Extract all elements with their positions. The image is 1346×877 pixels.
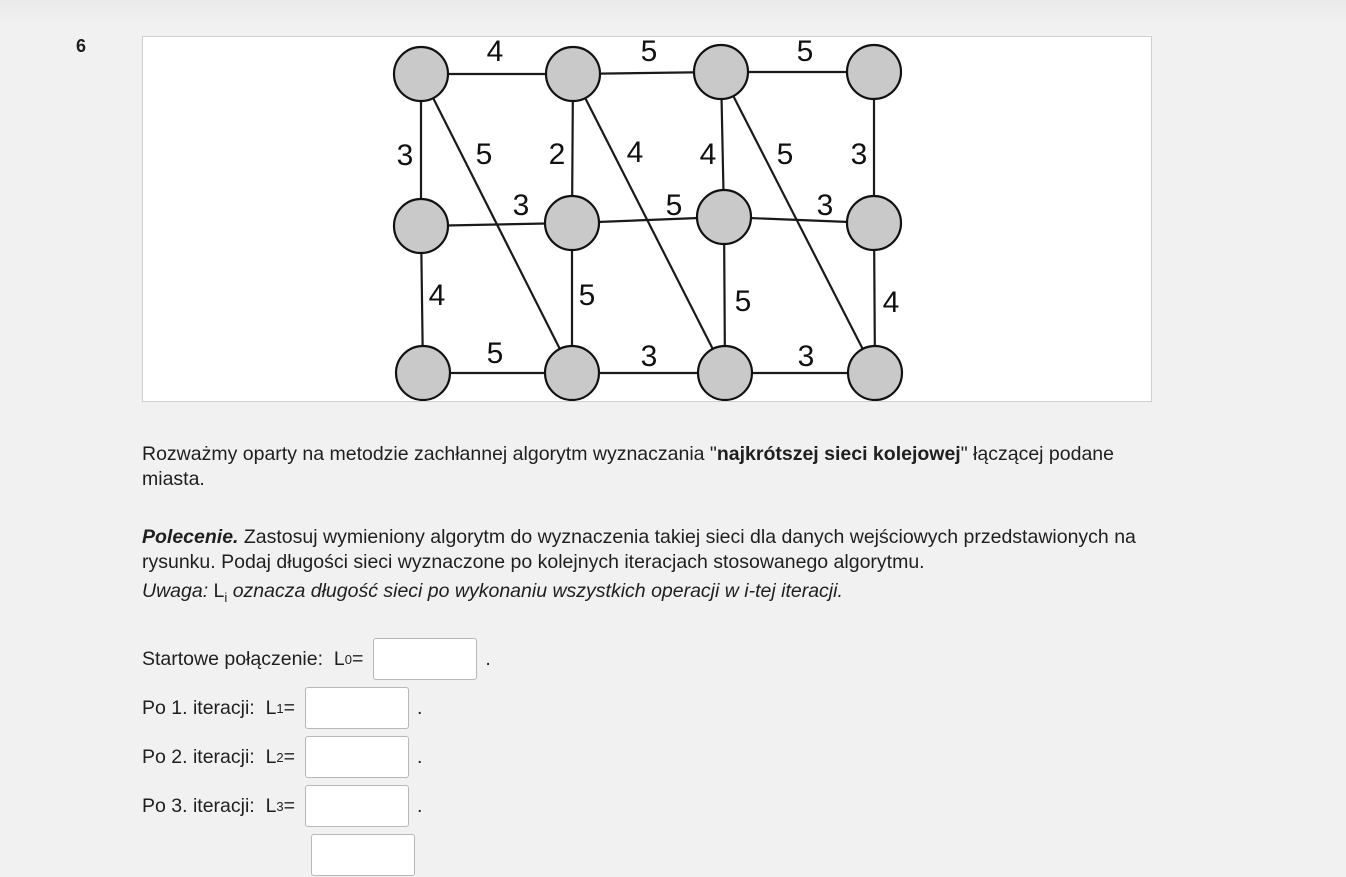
- edge-weight-label: 5: [777, 138, 794, 171]
- answer-row-iter1: Po 1. iteracji: L1 = .: [142, 686, 422, 730]
- note-paragraph: Uwaga: Li oznacza długość sieci po wykon…: [142, 579, 1142, 610]
- graph-figure: 45535244533534554533: [142, 36, 1152, 402]
- note-text: oznacza długość sieci po wykonaniu wszys…: [227, 580, 843, 602]
- answer-label: Po 3. iteracji:: [142, 794, 266, 817]
- answer-input-l2[interactable]: [305, 736, 410, 778]
- task-text: Zastosuj wymieniony algorytm do wyznacze…: [142, 526, 1136, 573]
- edge-weight-label: 4: [627, 136, 644, 169]
- answer-equals: =: [283, 745, 296, 768]
- graph-node: [543, 344, 601, 401]
- edge-weight-label: 5: [641, 37, 658, 68]
- task-paragraph: Polecenie. Zastosuj wymieniony algorytm …: [142, 525, 1142, 575]
- answer-equals: =: [283, 794, 296, 817]
- answer-var: L: [333, 647, 345, 670]
- graph-node: [696, 344, 754, 401]
- answer-row-partial: [142, 833, 415, 877]
- answer-input-l3[interactable]: [305, 785, 410, 827]
- answer-label: Po 2. iteracji:: [142, 745, 266, 768]
- graph-node: [692, 43, 750, 101]
- answer-row-start: Startowe połączenie: L0 = .: [142, 637, 491, 681]
- intro-bold-term: najkrótszej sieci kolejowej: [716, 443, 961, 465]
- answer-period: .: [485, 647, 491, 670]
- answer-var-sub: 0: [344, 651, 352, 667]
- answer-var: L: [265, 745, 277, 768]
- answer-label: Startowe połączenie:: [142, 647, 334, 670]
- answer-input-l0[interactable]: [373, 638, 478, 680]
- edge-weight-label: 3: [851, 138, 868, 171]
- graph-canvas: 4 5 53 5 2 4 4 5 33 5 34 5 5 45 3 3: [392, 37, 904, 401]
- edge-weight-label: 3: [798, 340, 815, 373]
- answer-row-iter2: Po 2. iteracji: L2 = .: [142, 735, 422, 779]
- edge-weight-label: 4: [429, 279, 446, 312]
- graph-node: [845, 194, 903, 252]
- intro-paragraph: Rozważmy oparty na metodzie zachłannej a…: [142, 442, 1142, 492]
- answer-equals: =: [351, 647, 364, 670]
- graph-node: [695, 188, 753, 246]
- answer-period: .: [417, 794, 423, 817]
- answer-period: .: [417, 696, 423, 719]
- answer-row-iter3: Po 3. iteracji: L3 = .: [142, 784, 422, 828]
- edge-weight-label: 5: [487, 337, 504, 370]
- graph-node: [392, 197, 450, 255]
- edge-weight-label: 3: [817, 189, 834, 222]
- intro-text-1: Rozważmy oparty na metodzie zachłannej a…: [142, 443, 717, 465]
- answer-var-sub: 2: [276, 749, 284, 765]
- graph-node: [394, 344, 452, 401]
- edge-weight-label: 4: [700, 138, 717, 171]
- edge-weight-label: 5: [666, 189, 683, 222]
- answer-input-next[interactable]: [311, 834, 415, 876]
- task-label: Polecenie.: [142, 526, 239, 548]
- edge-weight-label: 5: [476, 138, 493, 171]
- answer-period: .: [417, 745, 423, 768]
- edge-weight-label: 4: [487, 37, 504, 68]
- answer-var: L: [265, 794, 277, 817]
- edge-weight-label: 5: [735, 285, 752, 318]
- edge-weight-label: 5: [579, 279, 596, 312]
- graph-node: [845, 43, 903, 101]
- answer-var-sub: 3: [276, 798, 284, 814]
- note-symbol: L: [208, 580, 225, 602]
- note-label: Uwaga:: [142, 580, 209, 602]
- graph-node: [392, 45, 450, 103]
- answer-equals: =: [283, 696, 296, 719]
- edge-weight-label: 2: [549, 138, 566, 171]
- browser-top-bar: [0, 0, 1346, 24]
- answer-input-l1[interactable]: [305, 687, 410, 729]
- answer-var-sub: 1: [276, 700, 284, 716]
- answer-label: Po 1. iteracji:: [142, 696, 266, 719]
- answer-var: L: [265, 696, 277, 719]
- edge-weight-label: 5: [797, 37, 814, 68]
- edge-weight-label: 3: [641, 340, 658, 373]
- graph-node: [543, 194, 601, 252]
- question-number: 6: [76, 36, 87, 56]
- edge-weight-label: 3: [513, 189, 530, 222]
- edge-weight-label: 3: [397, 139, 414, 172]
- graph-node: [846, 344, 904, 401]
- graph-node: [544, 45, 602, 103]
- edge-weight-label: 4: [883, 286, 900, 319]
